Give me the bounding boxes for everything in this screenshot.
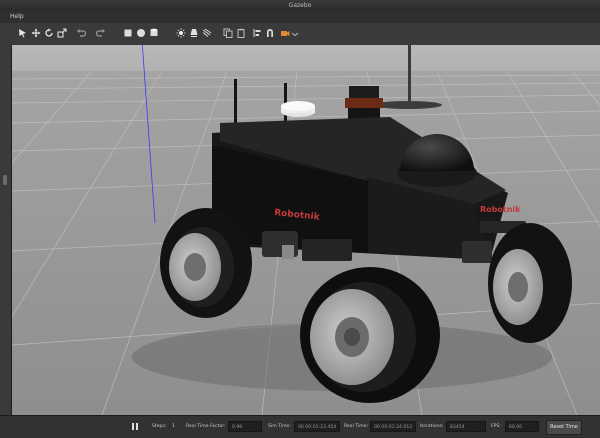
wheel-front-left [300, 267, 440, 403]
wheel-rear-left [160, 208, 252, 318]
point-light-icon[interactable] [176, 28, 186, 38]
real-time-field: 00 00:01:24.012 [370, 421, 416, 432]
scale-tool-icon[interactable] [57, 28, 67, 38]
wheel-rear-right [488, 223, 572, 343]
reset-time-button[interactable]: Reset Time [546, 420, 582, 435]
change-view-icon[interactable] [280, 28, 290, 38]
menu-item-help[interactable]: Help [10, 13, 24, 20]
sphere-shape-icon[interactable] [136, 28, 146, 38]
copy-icon[interactable] [223, 28, 233, 38]
menu-bar: Help [0, 11, 600, 23]
left-side-panel [0, 45, 12, 415]
screenshot-icon[interactable] [290, 28, 300, 38]
toolbar [0, 23, 600, 46]
box-shape-icon[interactable] [123, 28, 133, 38]
sim-time-field: 00 00:01:23.454 [294, 421, 340, 432]
iterations-label: Iterations: [420, 424, 444, 429]
rtf-label: Real Time Factor: [186, 424, 226, 429]
snap-icon[interactable] [265, 28, 275, 38]
select-tool-icon[interactable] [18, 28, 28, 38]
rotate-tool-icon[interactable] [44, 28, 54, 38]
rtf-field: 0.99 [228, 421, 262, 432]
window-title: Gazebo [288, 2, 312, 9]
panel-collapse-handle[interactable] [3, 175, 7, 185]
steps-value: 1 [172, 424, 175, 429]
cylinder-shape-icon[interactable] [149, 28, 159, 38]
undo-icon[interactable] [76, 28, 86, 38]
redo-icon[interactable] [96, 28, 106, 38]
scene-viewport[interactable]: Robotnik Robotnik [12, 45, 600, 415]
align-icon[interactable] [253, 28, 263, 38]
front-brand-label: Robotnik [480, 205, 521, 214]
pause-icon [132, 423, 134, 430]
steps-label: Steps: [152, 424, 167, 429]
paste-icon[interactable] [236, 28, 246, 38]
pause-icon [136, 423, 138, 430]
scene-canvas[interactable]: Robotnik Robotnik [12, 45, 600, 415]
window-title-bar: Gazebo [0, 0, 600, 11]
pause-button[interactable] [130, 421, 140, 432]
real-time-label: Real Time: [344, 424, 369, 429]
sim-time-label: Sim Time: [268, 424, 291, 429]
directional-light-icon[interactable] [202, 28, 212, 38]
fps-label: FPS: [491, 424, 501, 429]
iterations-field: 83454 [446, 421, 486, 432]
translate-tool-icon[interactable] [31, 28, 41, 38]
fps-field: 60.00 [505, 421, 539, 432]
spot-light-icon[interactable] [189, 28, 199, 38]
status-bar: Steps: 1 Real Time Factor: 0.99 Sim Time… [0, 415, 600, 438]
